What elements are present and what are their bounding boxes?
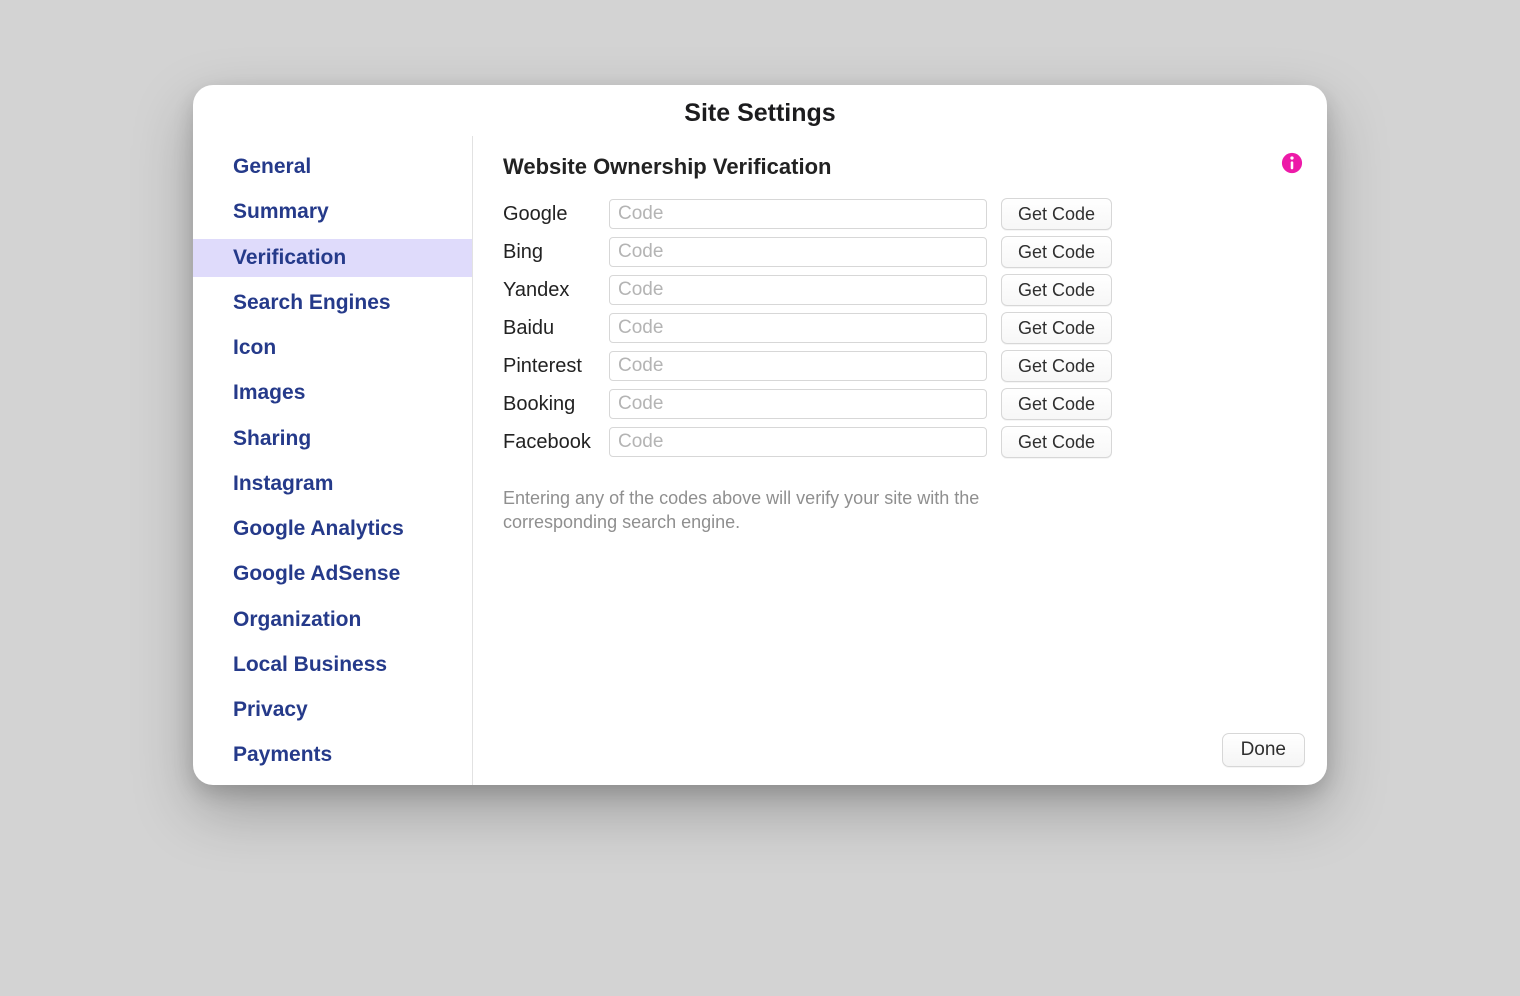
sidebar-item-local-business[interactable]: Local Business	[193, 646, 472, 684]
sidebar: General Summary Verification Search Engines…	[193, 136, 473, 785]
get-code-button-baidu[interactable]: Get Code	[1001, 312, 1112, 344]
modal-title: Site Settings	[193, 85, 1327, 136]
verification-row-booking: Booking Get Code	[503, 388, 1291, 420]
sidebar-item-organization[interactable]: Organization	[193, 601, 472, 639]
sidebar-item-verification[interactable]: Verification	[193, 239, 472, 277]
modal-body: General Summary Verification Search Engines…	[193, 136, 1327, 785]
get-code-button-pinterest[interactable]: Get Code	[1001, 350, 1112, 382]
section-heading: Website Ownership Verification	[503, 154, 1291, 180]
sidebar-item-search-engines[interactable]: Search Engines	[193, 284, 472, 322]
sidebar-item-google-analytics[interactable]: Google Analytics	[193, 510, 472, 548]
verification-label-pinterest: Pinterest	[503, 355, 609, 378]
sidebar-item-sensitive-data[interactable]: Sensitive Data	[193, 782, 472, 786]
sidebar-item-images[interactable]: Images	[193, 374, 472, 412]
sidebar-item-sharing[interactable]: Sharing	[193, 420, 472, 458]
verification-label-baidu: Baidu	[503, 317, 609, 340]
verification-form: Google Get Code Bing Get Code Yandex Get Code…	[503, 198, 1291, 458]
verification-input-facebook[interactable]	[609, 427, 987, 457]
verification-row-google: Google Get Code	[503, 198, 1291, 230]
get-code-button-booking[interactable]: Get Code	[1001, 388, 1112, 420]
modal-footer: Done	[1222, 733, 1305, 767]
verification-row-bing: Bing Get Code	[503, 236, 1291, 268]
get-code-button-bing[interactable]: Get Code	[1001, 236, 1112, 268]
verification-row-pinterest: Pinterest Get Code	[503, 350, 1291, 382]
get-code-button-yandex[interactable]: Get Code	[1001, 274, 1112, 306]
verification-row-yandex: Yandex Get Code	[503, 274, 1291, 306]
verification-input-yandex[interactable]	[609, 275, 987, 305]
verification-label-bing: Bing	[503, 241, 609, 264]
verification-row-baidu: Baidu Get Code	[503, 312, 1291, 344]
verification-input-google[interactable]	[609, 199, 987, 229]
verification-input-pinterest[interactable]	[609, 351, 987, 381]
sidebar-item-payments[interactable]: Payments	[193, 736, 472, 774]
sidebar-item-instagram[interactable]: Instagram	[193, 465, 472, 503]
verification-label-yandex: Yandex	[503, 279, 609, 302]
get-code-button-google[interactable]: Get Code	[1001, 198, 1112, 230]
sidebar-item-icon[interactable]: Icon	[193, 329, 472, 367]
verification-row-facebook: Facebook Get Code	[503, 426, 1291, 458]
verification-label-google: Google	[503, 203, 609, 226]
site-settings-modal: Site Settings General Summary Verification…	[193, 85, 1327, 785]
get-code-button-facebook[interactable]: Get Code	[1001, 426, 1112, 458]
verification-input-booking[interactable]	[609, 389, 987, 419]
verification-label-booking: Booking	[503, 393, 609, 416]
verification-input-baidu[interactable]	[609, 313, 987, 343]
verification-label-facebook: Facebook	[503, 431, 609, 454]
sidebar-item-summary[interactable]: Summary	[193, 193, 472, 231]
sidebar-item-google-adsense[interactable]: Google AdSense	[193, 555, 472, 593]
done-button[interactable]: Done	[1222, 733, 1305, 767]
content-panel: Website Ownership Verification Google Get…	[473, 136, 1327, 785]
helper-text: Entering any of the codes above will ver…	[503, 486, 983, 535]
verification-input-bing[interactable]	[609, 237, 987, 267]
sidebar-item-general[interactable]: General	[193, 148, 472, 186]
info-icon[interactable]	[1281, 152, 1303, 174]
sidebar-item-privacy[interactable]: Privacy	[193, 691, 472, 729]
